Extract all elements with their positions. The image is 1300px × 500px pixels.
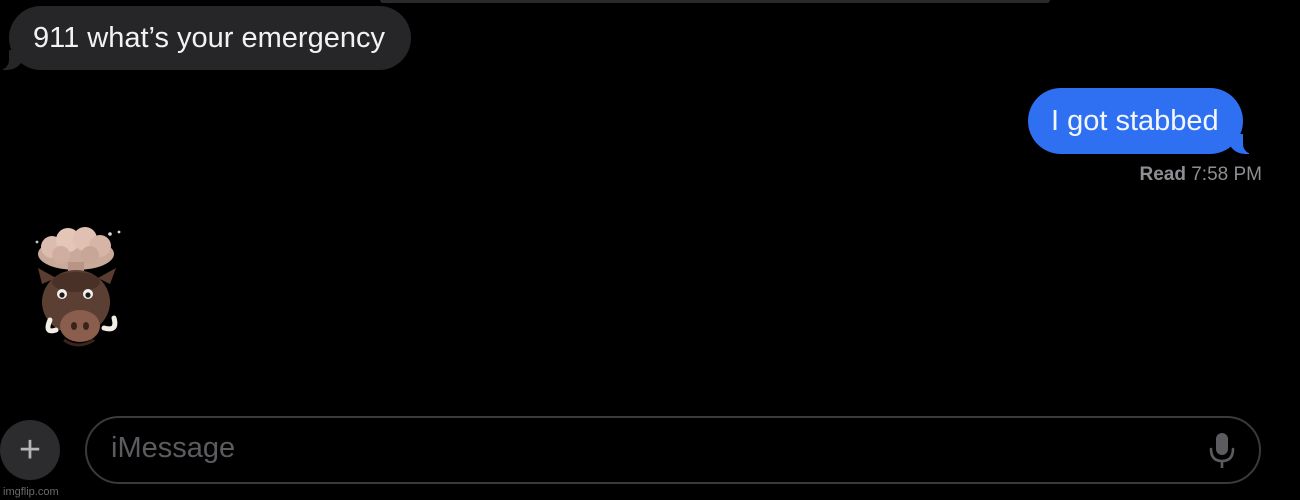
previous-message-edge — [380, 0, 1050, 3]
microphone-icon[interactable] — [1209, 432, 1235, 470]
read-receipt: Read 7:58 PM — [1139, 164, 1262, 186]
boar-memoji-mind-blown-icon[interactable] — [28, 222, 128, 362]
message-input-field[interactable]: iMessage — [85, 416, 1261, 484]
watermark: imgflip.com — [3, 486, 59, 498]
outgoing-message-text: I got stabbed — [1051, 105, 1219, 137]
outgoing-message-bubble[interactable]: I got stabbed — [1028, 88, 1257, 154]
read-receipt-time: 7:58 PM — [1191, 164, 1262, 185]
read-receipt-label: Read — [1139, 164, 1186, 185]
message-input-placeholder: iMessage — [111, 432, 236, 464]
add-attachment-button[interactable]: + — [0, 420, 60, 480]
incoming-message-text: 911 what’s your emergency — [33, 22, 385, 54]
incoming-message-bubble[interactable]: 911 what’s your emergency — [0, 6, 411, 70]
plus-icon: + — [18, 429, 42, 471]
